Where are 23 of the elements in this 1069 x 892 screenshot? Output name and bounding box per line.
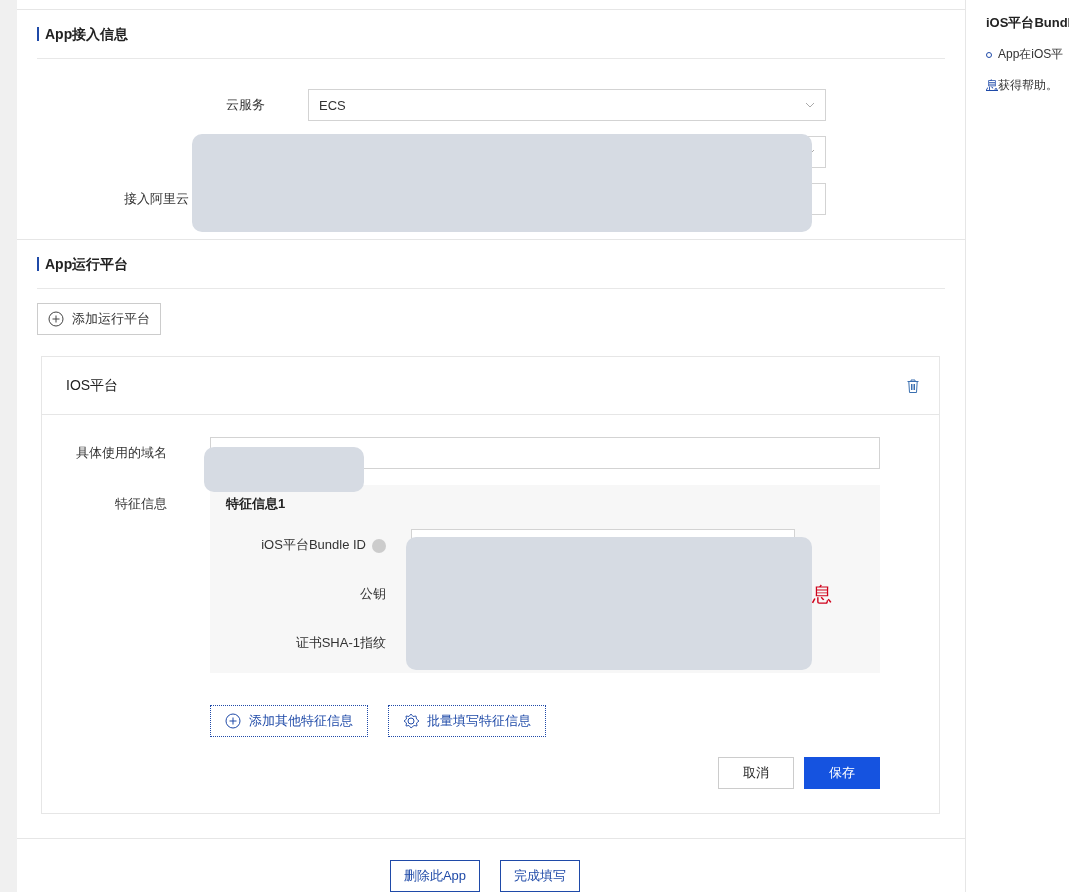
card-title: IOS平台 — [66, 376, 119, 395]
footer-button[interactable]: 完成填写 — [500, 860, 581, 892]
help-text: 获得帮助。 — [998, 77, 1058, 94]
error-text: 息 — [812, 581, 833, 607]
field-label: 云服务 — [226, 96, 265, 114]
field-label: 证书SHA-1指纹 — [295, 634, 386, 652]
field-label: 具体使用的域名 — [76, 444, 167, 462]
field-label: 接入阿里云 — [124, 190, 189, 208]
field-label: 特征信息 — [115, 495, 167, 513]
cancel-button[interactable]: 取消 — [718, 757, 794, 789]
section-title: App运行平台 — [37, 257, 129, 271]
help-link[interactable]: 息 — [986, 77, 998, 94]
field-label: 公钥 — [360, 585, 386, 603]
section-title: App接入信息 — [37, 27, 129, 41]
feature-button[interactable]: 批量填写特征信息 — [388, 705, 546, 737]
field-label: iOS平台Bundle ID — [261, 537, 366, 552]
save-button[interactable]: 保存 — [804, 757, 880, 789]
help-text: App在iOS平 — [998, 46, 1064, 63]
add-platform-button[interactable]: 添加运行平台 — [37, 303, 161, 335]
feature-button[interactable]: 添加其他特征信息 — [210, 705, 368, 737]
select-field[interactable]: ECS — [308, 89, 826, 121]
feature-group-title: 特征信息1 — [226, 496, 286, 511]
footer-button[interactable]: 删除此App — [389, 860, 481, 892]
